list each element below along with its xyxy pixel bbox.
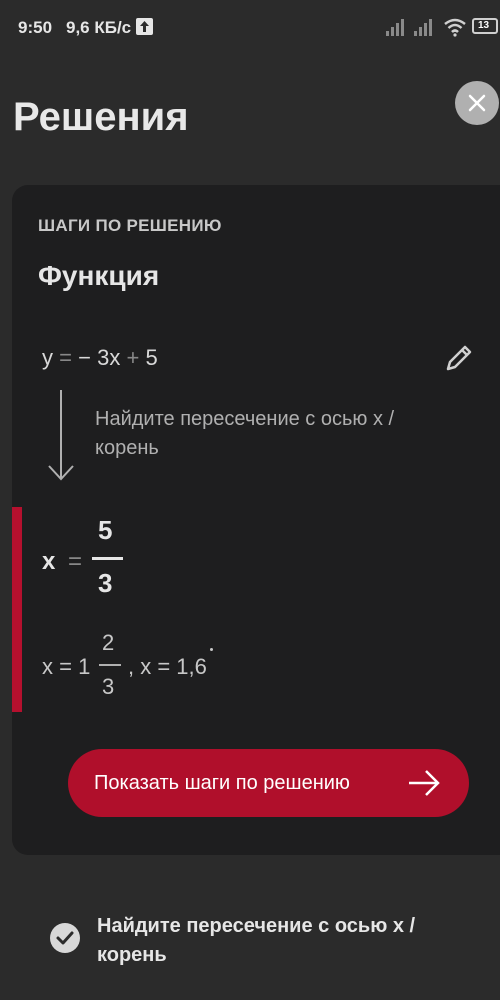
- function-title: Функция: [38, 260, 160, 291]
- network-speed: 9,6 КБ/с: [66, 18, 132, 37]
- equation-constant: 5: [145, 345, 158, 370]
- close-icon: [468, 94, 486, 112]
- page-title: Решения: [13, 95, 189, 139]
- battery-icon: 13: [472, 18, 498, 34]
- section-header: ШАГИ ПО РЕШЕНИЮ: [38, 216, 222, 235]
- check-icon: [50, 923, 80, 953]
- equals-sign: =: [59, 345, 72, 370]
- equals-sign: =: [68, 548, 83, 575]
- arrow-down-icon: [48, 390, 74, 481]
- result-variable: x: [42, 548, 56, 575]
- battery-level: 13: [478, 20, 490, 31]
- close-button[interactable]: [455, 81, 499, 125]
- arrow-right-icon: [409, 770, 440, 796]
- step-hint: Найдите пересечение с осью x / корень: [95, 408, 395, 459]
- pencil-icon[interactable]: [440, 341, 476, 377]
- equation-y: y: [42, 345, 53, 370]
- fraction-line: [92, 557, 123, 560]
- upload-icon: [136, 18, 153, 35]
- repeating-dot: [210, 648, 213, 651]
- step-title[interactable]: Найдите пересечение с осью x / корень: [97, 912, 467, 970]
- minus-sign: −: [78, 345, 91, 370]
- accent-bar: [12, 507, 22, 712]
- plus-sign: +: [126, 345, 140, 370]
- mixed-number-denominator: 3: [102, 674, 115, 699]
- show-steps-label: Показать шаги по решению: [94, 772, 350, 794]
- show-steps-button[interactable]: Показать шаги по решению: [68, 749, 469, 817]
- fraction-denominator: 3: [98, 568, 113, 598]
- equation: y = − 3x + 5: [42, 345, 158, 371]
- signal-icon: [414, 19, 432, 36]
- alternative-result: x = 1 2 3 , x = 1,6: [42, 630, 302, 710]
- decimal-result: , x = 1,6: [128, 654, 207, 679]
- mixed-number-whole: x = 1: [42, 654, 91, 679]
- wifi-icon: [444, 18, 466, 37]
- fraction-line: [99, 664, 121, 666]
- status-bar: 9:50 9,6 КБ/с 13: [0, 0, 500, 56]
- equation-term: 3x: [97, 345, 121, 370]
- status-time: 9:50: [18, 18, 53, 37]
- fraction-numerator: 5: [98, 515, 113, 545]
- mixed-number-numerator: 2: [102, 630, 115, 655]
- signal-icon: [386, 19, 404, 36]
